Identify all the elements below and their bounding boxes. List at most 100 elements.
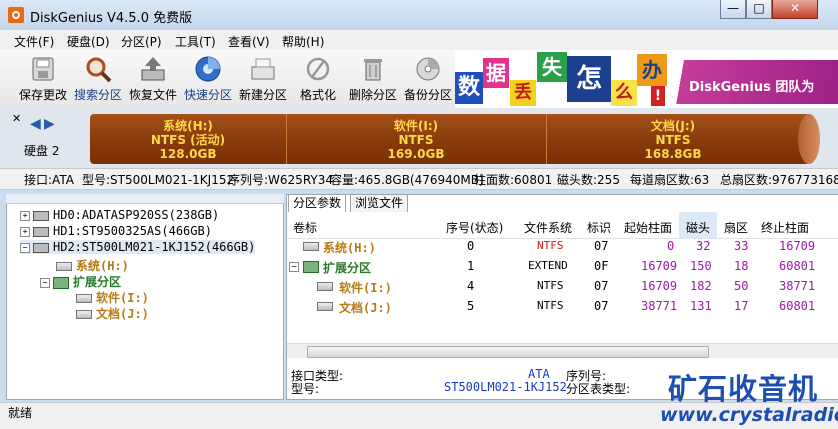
quick-partition-button[interactable]: 快速分区: [181, 52, 235, 106]
banner-char: 据: [483, 58, 509, 88]
tree-disk-hd2[interactable]: − HD2:ST500LM021-1KJ152(466GB): [20, 240, 256, 254]
table-row[interactable]: 文档(J:) 5 NTFS 07 38771 131 17 60801: [287, 297, 838, 316]
cylinder-end: [798, 114, 820, 164]
banner-char: 丢: [510, 80, 536, 106]
backup-partition-button[interactable]: 备份分区: [401, 52, 455, 106]
menu-help[interactable]: 帮助(H): [282, 33, 324, 50]
partition-icon: [317, 299, 337, 313]
extended-partition-icon: [303, 259, 323, 273]
partition-segment-software[interactable]: 软件(I:) NTFS 169.0GB: [286, 114, 546, 164]
menu-disk[interactable]: 硬盘(D): [67, 33, 110, 50]
close-icon[interactable]: ✕: [12, 112, 21, 125]
detail-interface-value: ATA: [528, 367, 550, 381]
maximize-button[interactable]: □: [746, 0, 772, 19]
close-button[interactable]: ✕: [772, 0, 818, 19]
partition-icon: [56, 262, 72, 271]
hard-disk-icon: [33, 210, 49, 221]
expand-icon[interactable]: +: [20, 226, 30, 237]
partition-icon: [303, 239, 323, 253]
next-disk-icon[interactable]: ▶: [44, 116, 55, 132]
backup-disk-icon: [414, 55, 442, 83]
banner-text: DiskGenius 团队为: [689, 80, 815, 95]
col-volume-label[interactable]: 卷标: [293, 219, 317, 236]
info-cylinders: 柱面数:60801: [474, 173, 553, 187]
tree-partition-documents[interactable]: 文档(J:): [76, 305, 149, 322]
col-sector[interactable]: 扇区: [724, 219, 748, 236]
format-icon: [304, 55, 332, 83]
partition-icon: [76, 294, 92, 303]
horizontal-scrollbar[interactable]: [287, 343, 838, 358]
info-capacity: 容量:465.8GB(476940MB): [330, 173, 484, 187]
table-row[interactable]: 软件(I:) 4 NTFS 07 16709 182 50 38771: [287, 277, 838, 296]
info-heads: 磁头数:255: [557, 173, 620, 187]
detail-model-value: ST500LM021-1KJ152: [444, 380, 567, 394]
menu-bar: 文件(F) 硬盘(D) 分区(P) 工具(T) 查看(V) 帮助(H): [0, 30, 838, 51]
banner-char: 失: [537, 52, 567, 82]
tab-partition-params[interactable]: 分区参数: [288, 194, 347, 212]
tree-partition-software[interactable]: 软件(I:): [76, 289, 149, 306]
recover-files-button[interactable]: 恢复文件: [126, 52, 180, 106]
delete-partition-button[interactable]: 删除分区: [346, 52, 400, 106]
watermark-url: www.crystalradio.cn: [660, 404, 838, 426]
new-partition-button[interactable]: 新建分区: [236, 52, 290, 106]
banner-char: 么: [611, 80, 637, 106]
partition-segment-documents[interactable]: 文档(J:) NTFS 168.8GB: [546, 114, 800, 164]
tab-browse-files[interactable]: 浏览文件: [350, 194, 409, 212]
prev-disk-icon[interactable]: ◀: [30, 116, 41, 132]
extended-partition-icon: [53, 276, 69, 289]
detail-model-label: 型号:: [291, 382, 320, 396]
partition-segment-system[interactable]: 系统(H:) NTFS (活动) 128.0GB: [90, 114, 286, 164]
info-interface: 接口:ATA: [24, 173, 74, 187]
disk-info-bar: 接口:ATA 型号:ST500LM021-1KJ152 序列号:W625RY34…: [0, 168, 838, 190]
magnifier-icon: [84, 55, 112, 83]
diskgenius-app-icon: [8, 7, 24, 23]
partition-icon: [317, 279, 337, 293]
col-start-cylinder[interactable]: 起始柱面: [624, 219, 672, 236]
info-serial: 序列号:W625RY34: [228, 173, 333, 187]
info-model: 型号:ST500LM021-1KJ152: [82, 173, 235, 187]
col-head[interactable]: 磁头: [686, 219, 710, 236]
tree-partition-extended[interactable]: − 扩展分区: [40, 273, 121, 290]
window-title: DiskGenius V4.5.0 免费版: [30, 11, 193, 26]
hard-disk-icon: [33, 226, 49, 237]
banner-char: 数: [455, 72, 483, 104]
minimize-button[interactable]: —: [720, 0, 746, 19]
quick-partition-icon: [194, 55, 222, 83]
save-changes-button[interactable]: 保存更改: [16, 52, 70, 106]
expand-icon[interactable]: +: [20, 210, 30, 221]
banner-char: !: [651, 86, 665, 106]
recover-icon: [139, 55, 167, 83]
partition-icon: [76, 310, 92, 319]
banner-char: 办: [637, 54, 667, 86]
detail-table-type-label: 分区表类型:: [566, 382, 631, 396]
disk-label: 硬盘 2: [24, 144, 60, 158]
collapse-icon[interactable]: −: [40, 277, 50, 288]
col-index[interactable]: 序号(状态): [446, 219, 503, 236]
col-id[interactable]: 标识: [587, 219, 611, 236]
tree-disk-hd1[interactable]: + HD1:ST9500325AS(466GB): [20, 224, 212, 238]
info-sectors-per-track: 每道扇区数:63: [630, 173, 710, 187]
col-end-cylinder[interactable]: 终止柱面: [761, 219, 809, 236]
hard-disk-icon: [33, 242, 49, 253]
banner-char: 怎: [567, 56, 611, 102]
tree-partition-system[interactable]: 系统(H:): [56, 257, 129, 274]
tree-disk-hd0[interactable]: + HD0:ADATASP920SS(238GB): [20, 208, 219, 222]
search-partition-button[interactable]: 搜索分区: [71, 52, 125, 106]
partition-bar: 系统(H:) NTFS (活动) 128.0GB 软件(I:) NTFS 169…: [90, 114, 820, 164]
col-filesystem[interactable]: 文件系统: [524, 219, 572, 236]
menu-tools[interactable]: 工具(T): [175, 33, 216, 50]
menu-view[interactable]: 查看(V): [228, 33, 270, 50]
info-total-sectors: 总扇区数:976773168: [720, 173, 838, 187]
format-button[interactable]: 格式化: [291, 52, 345, 106]
collapse-icon[interactable]: −: [20, 242, 30, 253]
tree-header: [6, 194, 284, 204]
save-icon: [29, 55, 57, 83]
scrollbar-thumb[interactable]: [307, 346, 709, 358]
menu-file[interactable]: 文件(F): [14, 33, 54, 50]
collapse-icon[interactable]: −: [289, 259, 302, 273]
promo-banner[interactable]: 数 据 丢 失 怎 么 办 ! DiskGenius 团队为: [455, 50, 838, 108]
table-row[interactable]: 系统(H:) 0 NTFS 07 0 32 33 16709: [287, 237, 838, 256]
menu-partition[interactable]: 分区(P): [121, 33, 162, 50]
watermark-text: 矿石收音机: [668, 372, 819, 406]
table-row[interactable]: − 扩展分区 1 EXTEND 0F 16709 150 18 60801: [287, 257, 838, 276]
